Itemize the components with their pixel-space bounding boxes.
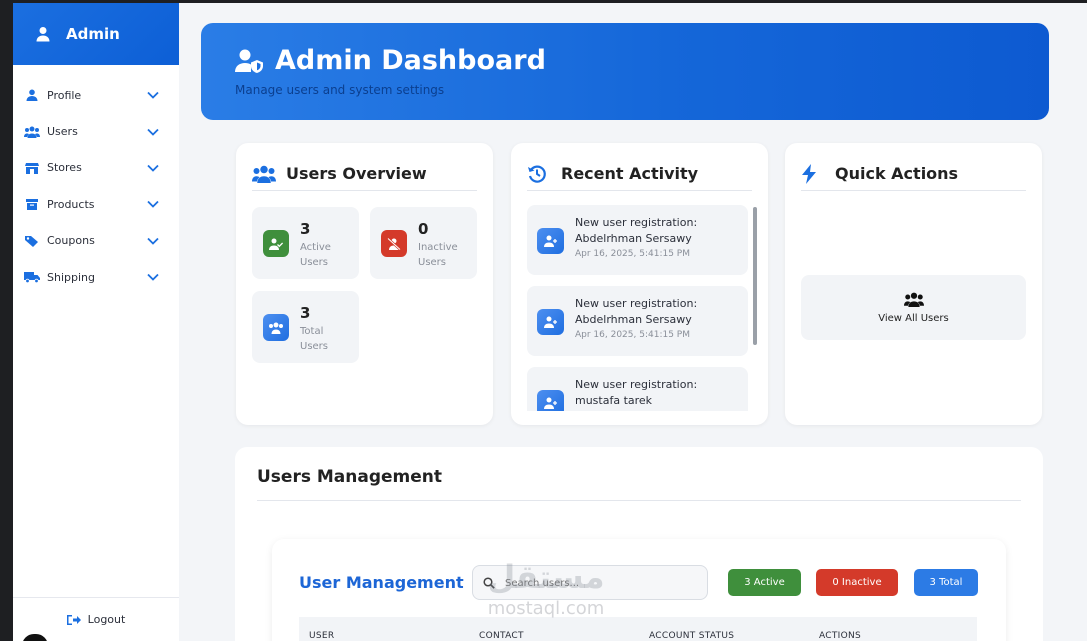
inactive-users-stat: 0 Inactive Users: [370, 207, 477, 279]
sidebar-item-label: Profile: [47, 88, 82, 102]
chevron-down-icon[interactable]: [147, 128, 159, 136]
truck-icon: [24, 270, 40, 284]
box-icon: [24, 197, 40, 211]
activity-text: New user registration: mustafa tarek: [575, 378, 698, 407]
quick-actions-card: Quick Actions View All Users: [785, 143, 1042, 425]
users-icon: [903, 292, 924, 307]
view-all-users-button[interactable]: View All Users: [801, 275, 1026, 340]
search-box: [472, 565, 708, 600]
chevron-down-icon[interactable]: [147, 91, 159, 99]
sidebar-item-products[interactable]: Products: [13, 186, 179, 222]
activity-item: New user registration: mustafa tarek: [527, 367, 748, 411]
page-title: Admin Dashboard: [235, 45, 546, 76]
user-icon: [24, 88, 40, 102]
chevron-down-icon[interactable]: [147, 164, 159, 172]
store-icon: [24, 161, 40, 175]
stat-value: 0: [418, 220, 429, 238]
sidebar-item-label: Shipping: [47, 270, 95, 284]
panel-title: User Management: [299, 573, 464, 592]
logout-icon: [66, 614, 81, 625]
inactive-filter-pill[interactable]: 0 Inactive: [816, 569, 898, 596]
card-header: Recent Activity: [527, 157, 752, 191]
sidebar-title: Admin: [66, 25, 120, 43]
user-shield-icon: [235, 49, 263, 73]
user-management-panel: User Management 3 Active 0 Inactive 3 To…: [272, 539, 1006, 641]
sidebar: Admin Profile Users Stores Products Coup…: [13, 3, 179, 641]
users-icon: [263, 314, 289, 341]
user-plus-icon: [537, 228, 564, 254]
sidebar-item-label: Coupons: [47, 234, 95, 248]
banner-title: Admin Dashboard: [275, 45, 546, 76]
table-header: USER CONTACT ACCOUNT STATUS ACTIONS: [299, 617, 977, 641]
sidebar-nav: Profile Users Stores Products Coupons Sh…: [13, 65, 179, 295]
activity-item: New user registration: Abdelrhman Sersaw…: [527, 205, 748, 275]
card-title: Users Overview: [286, 164, 427, 183]
logout-label: Logout: [87, 613, 126, 626]
sidebar-item-profile[interactable]: Profile: [13, 77, 179, 113]
user-icon: [35, 26, 51, 42]
users-overview-card: Users Overview 3 Active Users 0 Inactive…: [236, 143, 493, 425]
section-title: Users Management: [257, 467, 1021, 501]
main-content: Admin Dashboard Manage users and system …: [179, 3, 1087, 641]
users-icon: [24, 125, 40, 139]
sidebar-item-label: Users: [47, 125, 78, 139]
user-slash-icon: [381, 230, 407, 257]
user-plus-icon: [537, 390, 564, 411]
sidebar-item-coupons[interactable]: Coupons: [13, 223, 179, 259]
sidebar-item-stores[interactable]: Stores: [13, 150, 179, 186]
total-users-stat: 3 Total Users: [252, 291, 359, 363]
column-header-user[interactable]: USER: [309, 631, 334, 641]
activity-scrollbar[interactable]: [753, 207, 757, 345]
activity-text: New user registration: Abdelrhman Sersaw…: [575, 297, 698, 326]
bolt-icon: [801, 163, 825, 184]
total-filter-pill[interactable]: 3 Total: [914, 569, 978, 596]
users-icon: [252, 164, 276, 184]
user-check-icon: [263, 230, 289, 257]
activity-list[interactable]: New user registration: Abdelrhman Sersaw…: [527, 205, 757, 411]
users-management-section: Users Management User Management 3 Activ…: [235, 447, 1043, 641]
activity-time: Apr 16, 2025, 5:41:15 PM: [575, 330, 690, 340]
sidebar-item-users[interactable]: Users: [13, 113, 179, 149]
sidebar-item-label: Products: [47, 197, 95, 211]
card-header: Quick Actions: [801, 157, 1026, 191]
stat-value: 3: [300, 304, 311, 322]
chevron-down-icon[interactable]: [147, 237, 159, 245]
search-input[interactable]: [505, 574, 700, 592]
dashboard-banner: Admin Dashboard Manage users and system …: [201, 23, 1049, 120]
activity-text: New user registration: Abdelrhman Sersaw…: [575, 216, 698, 245]
recent-activity-card: Recent Activity New user registration: A…: [511, 143, 768, 425]
stat-label: Total Users: [300, 326, 329, 352]
card-title: Recent Activity: [561, 164, 699, 183]
search-icon: [483, 577, 495, 589]
activity-item: New user registration: Abdelrhman Sersaw…: [527, 286, 748, 356]
sidebar-header: Admin: [13, 3, 179, 65]
stat-label: Inactive Users: [418, 242, 458, 268]
history-icon: [527, 164, 551, 184]
active-users-stat: 3 Active Users: [252, 207, 359, 279]
banner-subtitle: Manage users and system settings: [235, 83, 445, 97]
card-header: Users Overview: [252, 157, 477, 191]
column-header-contact[interactable]: CONTACT: [479, 631, 524, 641]
stat-label: Active Users: [300, 242, 331, 268]
active-filter-pill[interactable]: 3 Active: [728, 569, 801, 596]
stat-value: 3: [300, 220, 311, 238]
column-header-account-status[interactable]: ACCOUNT STATUS: [649, 631, 734, 641]
sidebar-item-label: Stores: [47, 161, 82, 175]
sidebar-item-shipping[interactable]: Shipping: [13, 259, 179, 295]
tag-icon: [24, 234, 40, 248]
column-header-actions[interactable]: ACTIONS: [819, 631, 861, 641]
chevron-down-icon[interactable]: [147, 273, 159, 281]
card-title: Quick Actions: [835, 164, 959, 183]
activity-time: Apr 16, 2025, 5:41:15 PM: [575, 249, 690, 259]
button-label: View All Users: [878, 312, 949, 324]
chevron-down-icon[interactable]: [147, 200, 159, 209]
user-plus-icon: [537, 309, 564, 335]
